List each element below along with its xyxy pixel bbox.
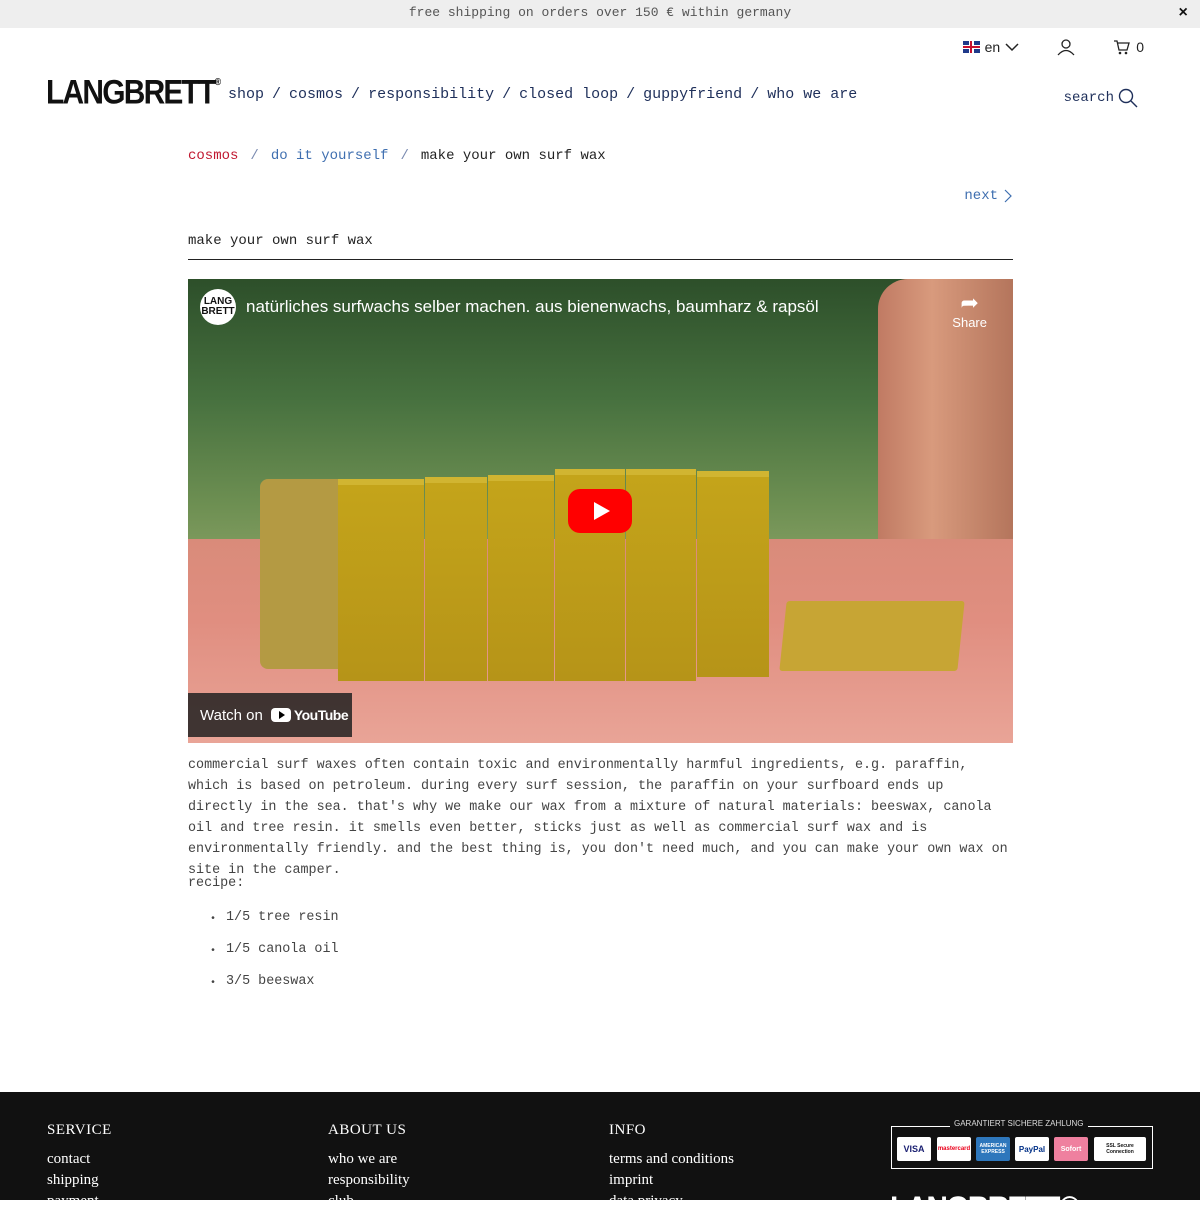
- list-item: • 3/5 beeswax: [210, 974, 339, 1006]
- footer-link-payment[interactable]: payment: [47, 1191, 112, 1212]
- wax-block-end: [260, 479, 350, 669]
- wax-chunk: [779, 601, 965, 671]
- channel-logo[interactable]: LANG BRETT: [200, 289, 236, 325]
- list-item: • 1/5 canola oil: [210, 942, 339, 974]
- footer-link-imprint[interactable]: imprint: [609, 1170, 734, 1191]
- video-title[interactable]: natürliches surfwachs selber machen. aus…: [246, 297, 819, 317]
- nav-closed-loop[interactable]: closed loop: [519, 86, 618, 103]
- mastercard-icon: mastercard: [937, 1137, 971, 1161]
- site-logo[interactable]: LANGBRETT®: [46, 72, 221, 109]
- share-button[interactable]: ➦ Share: [952, 290, 987, 331]
- play-button[interactable]: [568, 489, 632, 533]
- footer-link-contact[interactable]: contact: [47, 1149, 112, 1170]
- youtube-wordmark: YouTube: [293, 707, 349, 723]
- recipe-label: recipe:: [188, 876, 245, 891]
- share-label: Share: [952, 315, 987, 330]
- footer-link-club[interactable]: club: [328, 1191, 410, 1212]
- footer-link-data-privacy[interactable]: data privacy: [609, 1191, 734, 1212]
- sofort-icon: Sofort: [1054, 1137, 1088, 1161]
- nav-separator: /: [750, 86, 760, 103]
- nav-separator: /: [272, 86, 282, 103]
- breadcrumb-cosmos[interactable]: cosmos: [188, 148, 238, 164]
- cart-button[interactable]: 0: [1113, 39, 1144, 55]
- footer-service: SERVICE contact shipping payment: [47, 1122, 112, 1212]
- bullet-icon: •: [210, 978, 217, 989]
- user-account-icon[interactable]: [1057, 38, 1075, 56]
- nav-separator: /: [502, 86, 512, 103]
- payment-badge-title: GARANTIERT SICHERE ZAHLUNG: [950, 1119, 1088, 1128]
- nav-responsibility[interactable]: responsibility: [368, 86, 494, 103]
- recipe-item-text: 3/5 beeswax: [226, 974, 315, 989]
- nav-separator: /: [626, 86, 636, 103]
- list-item: • 1/5 tree resin: [210, 910, 339, 942]
- breadcrumb-separator: /: [400, 148, 409, 164]
- nav-guppyfriend[interactable]: guppyfriend: [643, 86, 742, 103]
- language-selector[interactable]: en: [962, 39, 1020, 55]
- breadcrumb-current: make your own surf wax: [420, 148, 606, 164]
- registered-mark: ®: [214, 77, 222, 88]
- main-nav: shop / cosmos / responsibility / closed …: [228, 86, 857, 103]
- wax-bar: [425, 477, 487, 681]
- chevron-down-icon: [1005, 43, 1019, 52]
- nav-separator: /: [351, 86, 361, 103]
- announcement-text: free shipping on orders over 150 € withi…: [408, 5, 792, 20]
- wax-bar: [488, 475, 554, 681]
- breadcrumb: cosmos / do it yourself / make your own …: [188, 148, 606, 164]
- video-embed[interactable]: LANG BRETT natürliches surfwachs selber …: [188, 279, 1013, 743]
- share-icon: ➦: [960, 290, 979, 315]
- bullet-icon: •: [210, 914, 217, 925]
- recipe-list: • 1/5 tree resin • 1/5 canola oil • 3/5 bee…: [210, 910, 339, 1006]
- video-header: LANG BRETT natürliches surfwachs selber …: [200, 289, 819, 325]
- close-announcement-button[interactable]: ×: [1178, 4, 1188, 22]
- chevron-right-icon: [1004, 189, 1012, 203]
- footer-link-shipping[interactable]: shipping: [47, 1170, 112, 1191]
- footer-heading: INFO: [609, 1122, 647, 1138]
- wax-bar: [697, 471, 769, 677]
- breadcrumb-separator: /: [250, 148, 259, 164]
- wax-bar: [626, 469, 696, 681]
- footer-link-who-we-are[interactable]: who we are: [328, 1149, 410, 1170]
- footer-info: INFO terms and conditions imprint data p…: [609, 1122, 734, 1212]
- announcement-bar: free shipping on orders over 150 € withi…: [0, 0, 1200, 28]
- cart-icon: [1114, 40, 1131, 55]
- search-label: search: [1063, 90, 1114, 106]
- youtube-logo: YouTube: [270, 707, 349, 723]
- recipe-item-text: 1/5 canola oil: [226, 942, 339, 957]
- language-label: en: [984, 39, 1001, 55]
- utility-nav: en 0: [962, 36, 1144, 58]
- logo-text: LANGBRETT: [46, 73, 216, 112]
- search-button[interactable]: search: [1064, 88, 1138, 108]
- watch-on-label: Watch on: [200, 706, 263, 724]
- title-divider: [188, 259, 1013, 260]
- search-icon: [1118, 88, 1138, 108]
- footer-link-terms[interactable]: terms and conditions: [609, 1149, 734, 1170]
- amex-icon: AMERICAN EXPRESS: [976, 1137, 1010, 1161]
- uk-flag-icon: [962, 41, 980, 53]
- nav-who-we-are[interactable]: who we are: [767, 86, 857, 103]
- paypal-icon: PayPal: [1015, 1137, 1049, 1161]
- next-article-link[interactable]: next: [964, 188, 1012, 204]
- footer-heading: SERVICE: [47, 1122, 112, 1138]
- video-background-trunk: [878, 279, 1013, 579]
- next-label: next: [964, 188, 998, 204]
- article-title: make your own surf wax: [188, 233, 373, 249]
- footer-heading: ABOUT US: [328, 1122, 407, 1138]
- nav-cosmos[interactable]: cosmos: [289, 86, 343, 103]
- nav-shop[interactable]: shop: [228, 86, 264, 103]
- youtube-play-icon: [270, 708, 291, 722]
- footer-about: ABOUT US who we are responsibility club: [328, 1122, 410, 1212]
- wax-bar: [338, 479, 424, 681]
- breadcrumb-do-it-yourself[interactable]: do it yourself: [271, 148, 389, 164]
- footer-link-responsibility[interactable]: responsibility: [328, 1170, 410, 1191]
- cart-count: 0: [1136, 39, 1144, 55]
- article-body: commercial surf waxes often contain toxi…: [188, 758, 1008, 878]
- visa-icon: VISA: [897, 1137, 931, 1161]
- watch-on-youtube-button[interactable]: Watch on YouTube: [188, 693, 352, 737]
- bullet-icon: •: [210, 946, 217, 957]
- ssl-icon: SSL Secure Connection: [1094, 1137, 1146, 1161]
- footer-logo: LANGBRETT®: [890, 1190, 1081, 1228]
- recipe-item-text: 1/5 tree resin: [226, 910, 339, 925]
